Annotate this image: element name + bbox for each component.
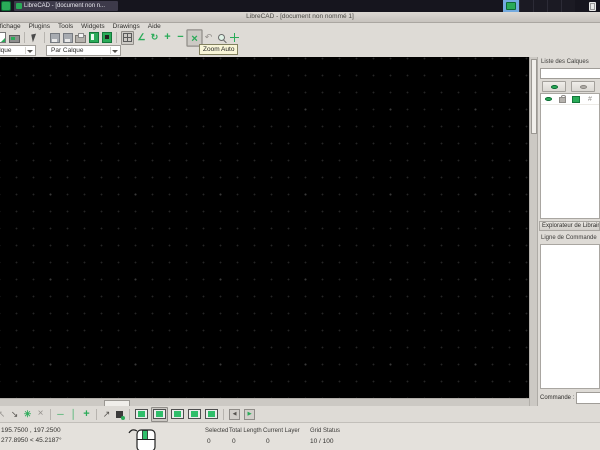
export-image-icon[interactable] [101,32,112,44]
viewport-4-icon[interactable] [187,408,202,421]
zoom-window-icon[interactable] [216,32,227,44]
librecad-logo-icon[interactable] [1,1,11,11]
layer-list: # [540,93,600,219]
grid-status-label: Grid Status [310,428,341,434]
screen: LibreCAD - [document non n... LibreCAD -… [0,0,600,450]
grid-toggle-icon[interactable] [121,30,134,45]
workspace-cell[interactable] [533,0,547,12]
print-icon[interactable] [75,32,86,44]
chevron-down-icon [112,50,118,53]
taskbar-app-label: LibreCAD - [document non n... [24,3,106,9]
window-title: LibreCAD - [document non nommé 1] [246,13,354,20]
menu-aide[interactable]: Aide [144,23,165,30]
set-relative-zero-icon[interactable]: ↗ [101,408,112,420]
layer-print-icon[interactable] [569,95,583,103]
selected-value: 0 [207,438,211,445]
viewport-5-icon[interactable] [204,408,219,421]
layer-visible-icon[interactable] [541,97,555,101]
print-preview-icon[interactable] [88,32,99,44]
coordinate-display: 195.7500 , 197.2500 277.8950 < 45.2187° [1,426,62,446]
pen-color-combo[interactable]: Par Calque [46,45,121,56]
layer-filter-input[interactable] [540,68,600,79]
vertical-scrollbar[interactable] [529,57,537,406]
snap-grid-icon[interactable]: ✳ [22,408,33,420]
save-icon[interactable] [49,32,60,44]
new-document-icon[interactable] [0,32,7,44]
current-layer-value: 0 [266,438,270,445]
selected-label: Selected [205,428,229,434]
viewport-3-icon[interactable] [170,408,185,421]
layer-combo-value: Par Calque [0,47,12,54]
command-input[interactable] [576,392,600,404]
total-length-value: 0 [232,438,236,445]
pen-combo-value: Par Calque [51,47,84,54]
viewport-2-icon[interactable] [151,406,168,422]
clipboard-tray-icon[interactable] [589,1,596,11]
statusbar: 195.7500 , 197.2500 277.8950 < 45.2187° … [0,422,600,450]
eye-off-icon [579,84,587,89]
chevron-down-icon [27,50,33,53]
command-prompt-row: Commande : [540,392,600,404]
workspace-cell[interactable] [561,0,575,12]
tray-librecad-icon[interactable] [503,0,519,12]
polar-coordinates: 277.8950 < 45.2187° [1,437,62,444]
zoom-previous-icon[interactable]: ↶ [203,32,214,44]
draft-mode-icon[interactable]: ∠ [136,32,147,44]
pen-toolbar: Par Calque Par Calque [0,44,600,58]
show-all-layers-button[interactable] [542,81,566,92]
grid-status-value: 10 / 100 [310,438,334,445]
zoom-out-icon[interactable]: − [175,32,186,44]
command-history[interactable] [540,244,600,389]
current-layer-label: Current Layer [263,428,300,434]
selection-cursor-icon[interactable] [29,32,40,44]
workspace-cell[interactable] [547,0,561,12]
workspace-cell[interactable] [519,0,533,12]
command-line-title: Ligne de Commande [541,235,597,241]
viewport-1-icon[interactable] [134,408,149,421]
menu-plugins[interactable]: Plugins [25,23,54,30]
librecad-mini-icon [16,3,22,9]
snap-entity-icon[interactable]: ↘ [9,408,20,420]
dock-right-icon[interactable]: ▶ [244,408,255,420]
snap-off-icon[interactable]: × [35,408,46,420]
layer-list-title: Liste des Calques [541,59,589,65]
save-as-icon[interactable] [62,32,73,44]
menubar: ffichage Plugins Tools Widgets Drawings … [0,22,600,31]
open-file-icon[interactable] [9,32,20,44]
zoom-in-icon[interactable]: + [162,32,173,44]
workspace-pager[interactable] [519,0,575,12]
total-length-label: Total Length [229,428,262,434]
mouse-hint-icon [127,427,159,450]
menu-widgets[interactable]: Widgets [77,23,108,30]
zoom-auto-tooltip: Zoom Auto [199,44,239,55]
hide-all-layers-button[interactable] [571,81,595,92]
lock-relative-zero-icon[interactable] [114,408,125,420]
layer-combo[interactable]: Par Calque [0,45,36,56]
restrict-vertical-icon[interactable]: │ [68,408,79,420]
redraw-icon[interactable]: ↻ [149,32,160,44]
restrict-horizontal-icon[interactable]: ─ [55,408,66,420]
taskbar-app-button[interactable]: LibreCAD - [document non n... [14,1,118,11]
os-taskbar: LibreCAD - [document non n... [0,0,600,12]
absolute-coordinates: 195.7500 , 197.2500 [1,427,61,434]
menu-drawings[interactable]: Drawings [109,23,144,30]
horizontal-scrollbar[interactable] [0,398,529,407]
zoom-pan-icon[interactable] [229,32,240,44]
main-toolbar: ∠ ↻ + − × ↶ [0,28,600,47]
eye-icon [550,84,558,89]
command-prompt-label: Commande : [540,395,575,401]
menu-affichage[interactable]: ffichage [0,23,25,30]
drawing-canvas[interactable] [0,57,529,398]
snap-free-icon[interactable]: ↖ [0,408,7,420]
layer-lock-icon[interactable] [555,95,569,103]
restrict-orthogonal-icon[interactable]: + [81,408,92,420]
snap-toolbar: ↖ ↘ ✳ × ─ │ + ↗ ◀ ▶ [0,406,600,422]
library-explorer-tab[interactable]: Explorateur de Librairies [539,221,600,231]
right-dock-panel: Liste des Calques # Explorateur de Libra… [537,57,600,406]
dock-left-icon[interactable]: ◀ [229,408,240,420]
menu-tools[interactable]: Tools [54,23,77,30]
layer-row[interactable]: # [541,94,599,105]
layer-construction-icon[interactable]: # [583,96,597,103]
